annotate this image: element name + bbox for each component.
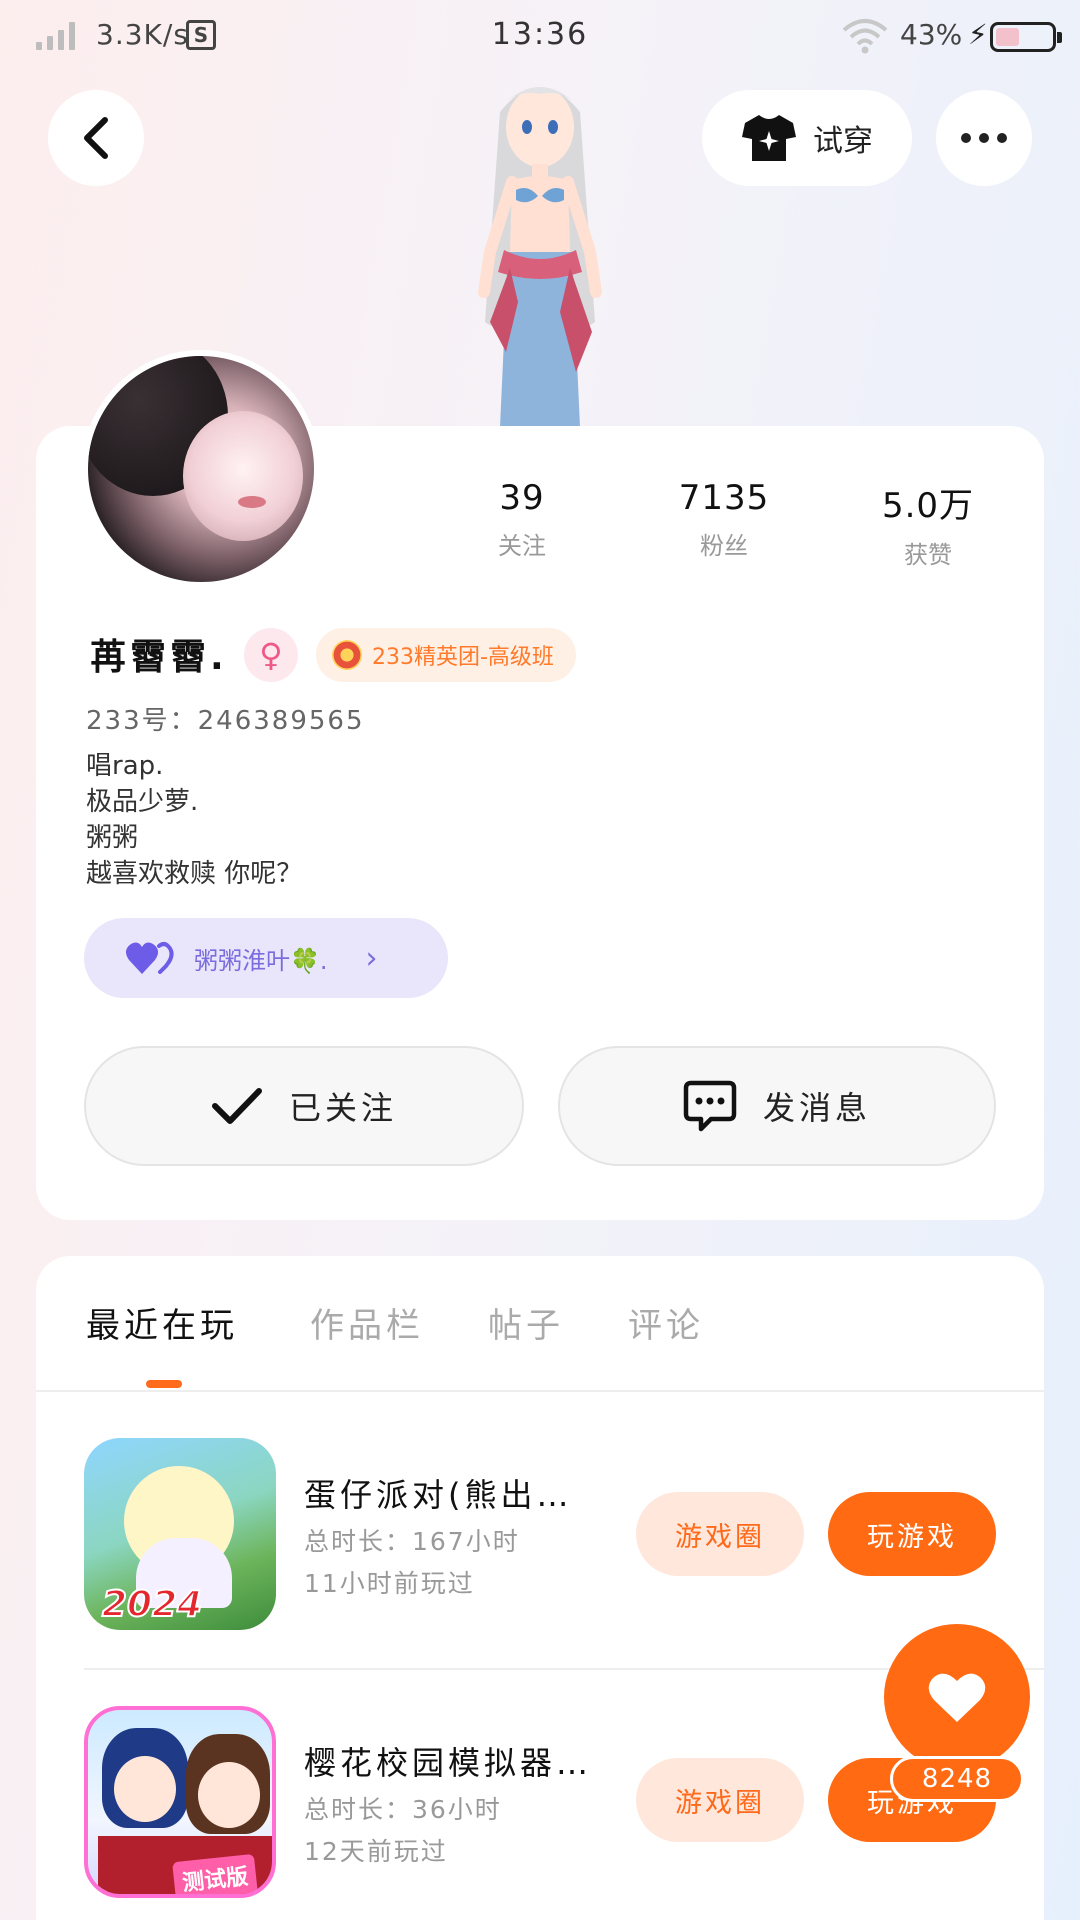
game-icon-label: 2024 (101, 1583, 203, 1626)
divider (36, 1390, 1044, 1392)
game-total-time: 总时长：167小时 (304, 1527, 520, 1556)
medal-icon (332, 640, 362, 670)
stat-following-value: 39 (499, 478, 545, 518)
game-icon[interactable]: 测试版 (84, 1706, 276, 1898)
fan-club-button[interactable]: 粥粥淮叶🍀. › (84, 918, 448, 998)
chevron-right-icon: › (365, 940, 378, 976)
chevron-left-icon (84, 117, 108, 159)
stat-fans-value: 7135 (678, 478, 770, 518)
tab-posts[interactable]: 帖子 (488, 1298, 564, 1347)
like-button[interactable] (884, 1624, 1030, 1770)
avatar[interactable] (82, 350, 320, 588)
avatar-3d-figure (478, 87, 602, 427)
tab-comments[interactable]: 评论 (628, 1298, 704, 1347)
battery-icon (990, 22, 1062, 52)
game-last-played: 12天前玩过 (304, 1837, 448, 1866)
chat-bubble-icon (683, 1080, 737, 1132)
play-game-button[interactable]: 玩游戏 (828, 1492, 996, 1576)
game-circle-button[interactable]: 游戏圈 (636, 1492, 804, 1576)
nickname: 苒霫霫. (90, 637, 228, 678)
stat-following-label: 关注 (498, 532, 546, 560)
female-gender-icon: ♀ (244, 628, 298, 682)
game-title[interactable]: 蛋仔派对(熊出… (304, 1470, 573, 1516)
heart-icon (928, 1673, 986, 1722)
game-icon[interactable]: 2024 (84, 1438, 276, 1630)
level-badge-label: 233精英团-高级班 (372, 645, 554, 670)
send-message-label: 发消息 (762, 1089, 871, 1127)
try-on-button[interactable]: 试穿 (702, 90, 912, 186)
level-badge[interactable]: 233精英团-高级班 (316, 628, 576, 682)
tab-works[interactable]: 作品栏 (310, 1298, 424, 1347)
game-title[interactable]: 樱花校园模拟器… (304, 1738, 592, 1784)
user-id: 233号：246389565 (86, 706, 365, 736)
double-heart-icon (126, 942, 174, 974)
bio-line: 唱rap. (86, 751, 164, 781)
battery-percent: 43% (900, 18, 963, 51)
wifi-icon (842, 19, 888, 54)
like-count: 8248 (890, 1756, 1024, 1802)
status-bar: 3.3K/s S 13:36 43% ⚡ (0, 0, 1080, 76)
stat-following[interactable]: 39 关注 (442, 478, 602, 561)
check-icon (211, 1088, 262, 1124)
bio: 唱rap. 极品少萝. 粥粥 越喜欢救赎 你呢？ (86, 748, 302, 892)
more-dots-icon (961, 133, 971, 143)
following-button[interactable]: 已关注 (84, 1046, 524, 1166)
game-last-played: 11小时前玩过 (304, 1569, 475, 1598)
stat-fans-label: 粉丝 (700, 532, 748, 560)
game-circle-button[interactable]: 游戏圈 (636, 1758, 804, 1842)
stat-likes[interactable]: 5.0万 获赞 (848, 478, 1008, 570)
bio-line: 极品少萝. (86, 787, 199, 817)
tab-recently-played[interactable]: 最近在玩 (86, 1298, 238, 1347)
stat-likes-value: 5.0万 (881, 486, 975, 526)
back-button[interactable] (48, 90, 144, 186)
bio-line: 越喜欢救赎 你呢？ (86, 859, 303, 889)
bio-line: 粥粥 (86, 823, 139, 853)
game-total-time: 总时长：36小时 (304, 1795, 502, 1824)
charging-icon: ⚡ (968, 18, 988, 51)
try-on-label: 试穿 (813, 124, 873, 159)
game-icon-label: 测试版 (172, 1853, 258, 1894)
more-options-button[interactable] (936, 90, 1032, 186)
fan-club-label: 粥粥淮叶🍀. (194, 946, 328, 975)
stat-likes-label: 获赞 (904, 541, 952, 569)
tab-indicator (146, 1380, 182, 1388)
stat-fans[interactable]: 7135 粉丝 (644, 478, 804, 561)
send-message-button[interactable]: 发消息 (558, 1046, 996, 1166)
following-label: 已关注 (288, 1089, 397, 1127)
tshirt-icon (742, 115, 796, 161)
